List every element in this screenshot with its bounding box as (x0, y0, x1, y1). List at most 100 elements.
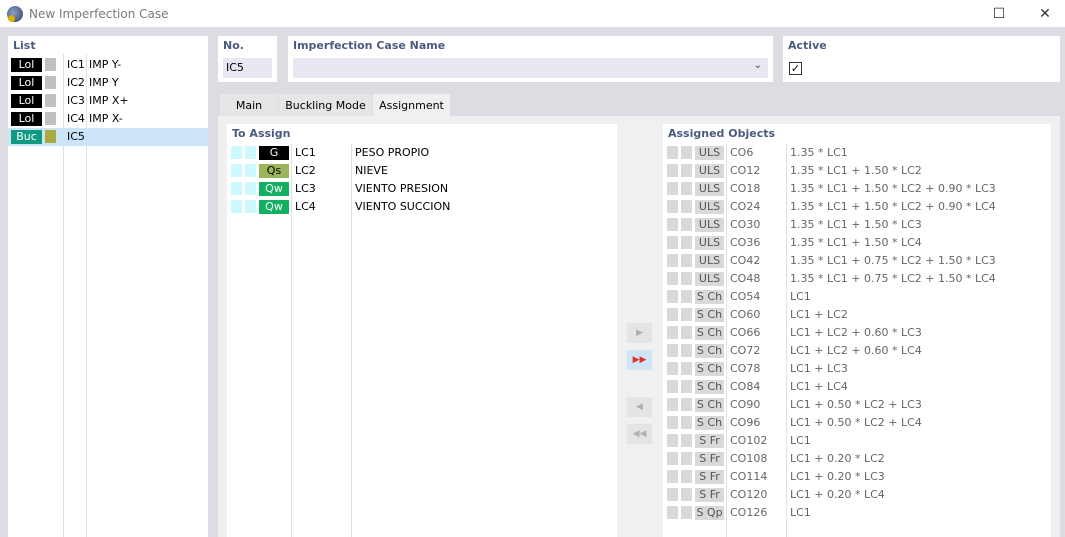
status-square (667, 146, 678, 159)
item-id: IC3 (67, 94, 85, 107)
combination-row[interactable]: S Ch CO72 LC1 + LC2 + 0.60 * LC4 (663, 342, 1051, 360)
combination-row[interactable]: S Ch CO78 LC1 + LC3 (663, 360, 1051, 378)
status-square (681, 290, 692, 303)
list-item[interactable]: Lol IC2 IMP Y (8, 74, 208, 92)
combination-formula: 1.35 * LC1 + 1.50 * LC2 (790, 164, 922, 177)
combination-id: CO42 (730, 254, 761, 267)
active-checkbox[interactable]: ✓ (789, 62, 802, 75)
status-square (681, 254, 692, 267)
load-case-row[interactable]: G LC1 PESO PROPIO (227, 144, 617, 162)
combination-row[interactable]: S Ch CO60 LC1 + LC2 (663, 306, 1051, 324)
assign-all-button[interactable]: ▶▶ (627, 350, 652, 370)
load-case-name: NIEVE (355, 164, 388, 177)
status-square (667, 344, 678, 357)
status-square (245, 182, 256, 195)
combination-id: CO78 (730, 362, 761, 375)
type-badge: Buc (11, 130, 42, 144)
combination-row[interactable]: ULS CO36 1.35 * LC1 + 1.50 * LC4 (663, 234, 1051, 252)
combination-formula: LC1 + 0.20 * LC4 (790, 488, 885, 501)
combination-row[interactable]: ULS CO24 1.35 * LC1 + 1.50 * LC2 + 0.90 * … (663, 198, 1051, 216)
load-case-row[interactable]: Qw LC4 VIENTO SUCCION (227, 198, 617, 216)
status-square (681, 362, 692, 375)
combination-row[interactable]: S Ch CO54 LC1 (663, 288, 1051, 306)
combination-row[interactable]: S Fr CO102 LC1 (663, 432, 1051, 450)
item-name: IMP Y (89, 76, 119, 89)
combination-row[interactable]: ULS CO6 1.35 * LC1 (663, 144, 1051, 162)
list-item[interactable]: Lol IC4 IMP X- (8, 110, 208, 128)
combination-formula: LC1 + LC3 (790, 362, 848, 375)
combination-row[interactable]: S Fr CO108 LC1 + 0.20 * LC2 (663, 450, 1051, 468)
status-square (667, 236, 678, 249)
combination-row[interactable]: ULS CO12 1.35 * LC1 + 1.50 * LC2 (663, 162, 1051, 180)
status-square (667, 164, 678, 177)
assigned-objects-panel: Assigned Objects ULS CO6 1.35 * LC1 ULS CO12… (663, 124, 1051, 537)
list-item[interactable]: Buc IC5 (8, 128, 208, 146)
remove-all-button[interactable]: ◀◀ (627, 424, 652, 444)
remove-selected-button[interactable]: ◀ (627, 397, 652, 417)
design-situation-badge: ULS (695, 182, 724, 196)
status-square (681, 452, 692, 465)
combination-formula: LC1 + 0.20 * LC3 (790, 470, 885, 483)
combination-id: CO90 (730, 398, 761, 411)
load-case-row[interactable]: Qs LC2 NIEVE (227, 162, 617, 180)
name-combobox[interactable]: ⌄ (293, 58, 768, 78)
combination-row[interactable]: S Ch CO66 LC1 + LC2 + 0.60 * LC3 (663, 324, 1051, 342)
combination-id: CO84 (730, 380, 761, 393)
status-square (667, 434, 678, 447)
combination-row[interactable]: S Ch CO84 LC1 + LC4 (663, 378, 1051, 396)
design-situation-badge: ULS (695, 272, 724, 286)
status-square (667, 272, 678, 285)
app-icon (7, 5, 23, 22)
load-case-name: VIENTO SUCCION (355, 200, 451, 213)
type-badge: Lol (11, 112, 42, 126)
active-panel: Active ✓ (783, 36, 1060, 82)
assign-selected-button[interactable]: ▶ (627, 323, 652, 343)
tab-assignment[interactable]: Assignment (373, 94, 450, 117)
combination-row[interactable]: ULS CO18 1.35 * LC1 + 1.50 * LC2 + 0.90 * … (663, 180, 1051, 198)
status-square (681, 506, 692, 519)
combination-row[interactable]: S Ch CO96 LC1 + 0.50 * LC2 + LC4 (663, 414, 1051, 432)
combination-row[interactable]: ULS CO42 1.35 * LC1 + 0.75 * LC2 + 1.50 * … (663, 252, 1051, 270)
number-label: No. (223, 39, 244, 52)
status-square (681, 326, 692, 339)
maximize-button[interactable]: ☐ (976, 0, 1022, 27)
status-square (681, 344, 692, 357)
list-item[interactable]: Lol IC1 IMP Y- (8, 56, 208, 74)
load-case-row[interactable]: Qw LC3 VIENTO PRESION (227, 180, 617, 198)
tab-buckling-mode[interactable]: Buckling Mode (279, 94, 372, 117)
combination-row[interactable]: ULS CO30 1.35 * LC1 + 1.50 * LC3 (663, 216, 1051, 234)
load-case-id: LC3 (295, 182, 316, 195)
number-field[interactable]: IC5 (223, 58, 272, 78)
close-button[interactable]: ✕ (1022, 0, 1065, 27)
list-header: List (13, 39, 36, 52)
status-square (667, 290, 678, 303)
combination-id: CO60 (730, 308, 761, 321)
combination-id: CO108 (730, 452, 768, 465)
design-situation-badge: S Ch (695, 362, 724, 376)
status-square (681, 380, 692, 393)
status-square (667, 218, 678, 231)
status-square (667, 398, 678, 411)
color-swatch (45, 94, 56, 107)
combination-row[interactable]: S Ch CO90 LC1 + 0.50 * LC2 + LC3 (663, 396, 1051, 414)
status-square (681, 416, 692, 429)
status-square (681, 272, 692, 285)
category-badge: Qs (259, 164, 289, 178)
combination-id: CO114 (730, 470, 768, 483)
list-item[interactable]: Lol IC3 IMP X+ (8, 92, 208, 110)
combination-id: CO12 (730, 164, 761, 177)
combination-row[interactable]: S Qp CO126 LC1 (663, 504, 1051, 522)
number-panel: No. IC5 (218, 36, 277, 82)
type-badge: Lol (11, 76, 42, 90)
assigned-objects-header: Assigned Objects (668, 127, 776, 140)
combination-row[interactable]: S Fr CO114 LC1 + 0.20 * LC3 (663, 468, 1051, 486)
chevron-down-icon[interactable]: ⌄ (754, 60, 762, 71)
combination-row[interactable]: ULS CO48 1.35 * LC1 + 0.75 * LC2 + 1.50 * … (663, 270, 1051, 288)
load-case-name: VIENTO PRESION (355, 182, 449, 195)
tab-main[interactable]: Main (220, 94, 278, 117)
status-square (681, 434, 692, 447)
combination-id: CO48 (730, 272, 761, 285)
design-situation-badge: S Ch (695, 290, 724, 304)
status-square (681, 488, 692, 501)
combination-row[interactable]: S Fr CO120 LC1 + 0.20 * LC4 (663, 486, 1051, 504)
